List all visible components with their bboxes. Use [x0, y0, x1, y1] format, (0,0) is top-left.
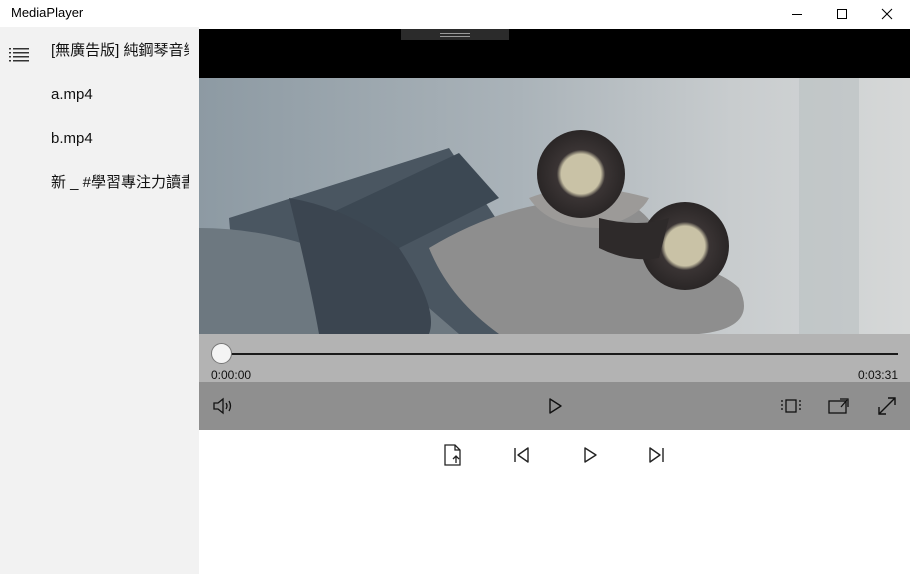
current-time: 0:00:00 — [211, 368, 252, 382]
transport-bar — [199, 382, 910, 430]
app-title: MediaPlayer — [11, 5, 84, 20]
drag-handle[interactable] — [401, 29, 509, 40]
playlist-menu-button[interactable] — [7, 43, 31, 63]
playlist-item[interactable]: b.mp4 — [51, 129, 189, 149]
aspect-ratio-button[interactable] — [775, 394, 807, 418]
aspect-ratio-icon — [781, 399, 801, 413]
title-bar: MediaPlayer — [0, 0, 910, 27]
minimize-icon — [792, 13, 802, 15]
next-track-icon — [649, 447, 664, 463]
next-track-button[interactable] — [642, 440, 672, 470]
minimize-button[interactable] — [774, 0, 820, 27]
previous-track-icon — [514, 447, 529, 463]
volume-button[interactable] — [207, 394, 239, 418]
video-frame[interactable] — [199, 78, 910, 334]
play-button[interactable] — [539, 394, 571, 418]
close-button[interactable] — [864, 0, 910, 27]
playlist-sidebar: [無廣告版] 純鋼琴音樂 a.mp4 b.mp4 新 _ #學習專注力讀書 — [0, 27, 199, 574]
playlist-item[interactable]: 新 _ #學習專注力讀書 — [51, 173, 189, 193]
open-file-button[interactable] — [438, 440, 468, 470]
open-file-icon — [444, 444, 461, 466]
total-time: 0:03:31 — [857, 368, 898, 382]
media-player: 0:00:00 0:03:31 — [199, 29, 910, 430]
playlist-item[interactable]: [無廣告版] 純鋼琴音樂 — [51, 41, 189, 61]
seek-thumb[interactable] — [211, 343, 232, 364]
play-icon — [584, 447, 597, 463]
volume-icon — [213, 397, 232, 415]
player-controls: 0:00:00 0:03:31 — [199, 334, 910, 430]
cast-button[interactable] — [823, 394, 855, 418]
maximize-button[interactable] — [819, 0, 865, 27]
fullscreen-button[interactable] — [871, 394, 903, 418]
close-icon — [881, 8, 893, 19]
playlist-item[interactable]: a.mp4 — [51, 85, 189, 105]
seek-track[interactable] — [221, 353, 898, 355]
bottom-play-button[interactable] — [575, 440, 605, 470]
hamburger-list-icon — [9, 48, 29, 62]
maximize-icon — [837, 8, 847, 19]
fullscreen-icon — [878, 397, 896, 415]
play-icon — [549, 398, 562, 414]
video-image — [199, 78, 910, 334]
cast-to-device-icon — [828, 398, 849, 414]
previous-track-button[interactable] — [506, 440, 536, 470]
